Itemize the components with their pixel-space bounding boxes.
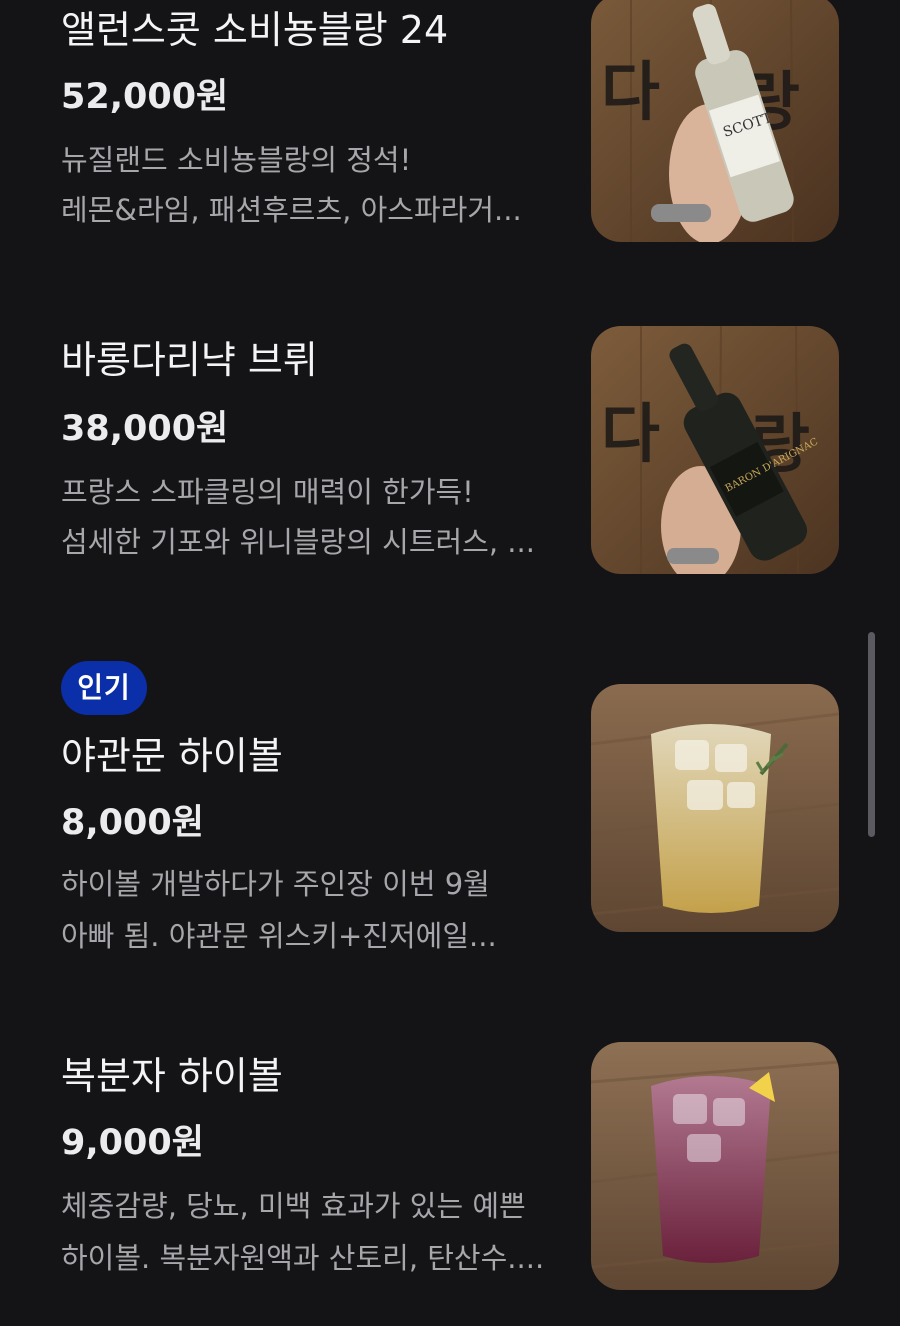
highball-glass-photo[interactable] (591, 684, 839, 932)
menu-item-price: 9,000원 (61, 1123, 204, 1163)
popular-badge: 인기 (61, 661, 147, 715)
menu-item-bokbunja-highball[interactable]: 복분자 하이볼 9,000원 체중감량, 당뇨, 미백 효과가 있는 예쁜 하이… (0, 990, 900, 1326)
menu-item-allan-scott[interactable]: 앨런스콧 소비뇽블랑 24 52,000원 뉴질랜드 소비뇽블랑의 정석! 레몬… (0, 0, 900, 300)
menu-item-description-line2: 아빠 됨. 야관문 위스키+진저에일... (61, 919, 497, 953)
menu-item-description-line1: 체중감량, 당뇨, 미백 효과가 있는 예쁜 (61, 1189, 526, 1223)
menu-item-description-line2: 레몬&라임, 패션후르츠, 아스파라거... (61, 193, 522, 227)
menu-item-yagwanmun-highball[interactable]: 인기 야관문 하이볼 8,000원 하이볼 개발하다가 주인장 이번 9월 아빠… (0, 640, 900, 970)
white-wine-bottle-photo[interactable]: 다 랑 SCOTT (591, 0, 839, 242)
menu-item-name: 앨런스콧 소비뇽블랑 24 (61, 8, 449, 52)
menu-item-description-line2: 섬세한 기포와 위니블랑의 시트러스, ... (61, 525, 535, 559)
scrollbar[interactable] (868, 632, 875, 837)
menu-item-name: 복분자 하이볼 (61, 1054, 283, 1098)
menu-item-description-line2: 하이볼. 복분자원액과 산토리, 탄산수.... (61, 1241, 545, 1275)
menu-item-description-line1: 프랑스 스파클링의 매력이 한가득! (61, 475, 474, 509)
menu-item-price: 8,000원 (61, 803, 204, 843)
menu-item-name: 바롱다리냑 브뤼 (61, 338, 318, 382)
menu-item-price: 52,000원 (61, 77, 229, 117)
menu-item-description-line1: 하이볼 개발하다가 주인장 이번 9월 (61, 867, 490, 901)
menu-item-baron-dargnac[interactable]: 바롱다리냑 브뤼 38,000원 프랑스 스파클링의 매력이 한가득! 섬세한 … (0, 320, 900, 620)
svg-text:다: 다 (601, 56, 660, 130)
menu-item-description-line1: 뉴질랜드 소비뇽블랑의 정석! (61, 143, 412, 177)
menu-item-price: 38,000원 (61, 409, 229, 449)
red-highball-glass-photo[interactable] (591, 1042, 839, 1290)
menu-item-name: 야관문 하이볼 (61, 734, 283, 778)
sparkling-wine-bottle-photo[interactable]: 다 랑 BARON D'ARIGNAC (591, 326, 839, 574)
svg-text:다: 다 (601, 398, 660, 472)
